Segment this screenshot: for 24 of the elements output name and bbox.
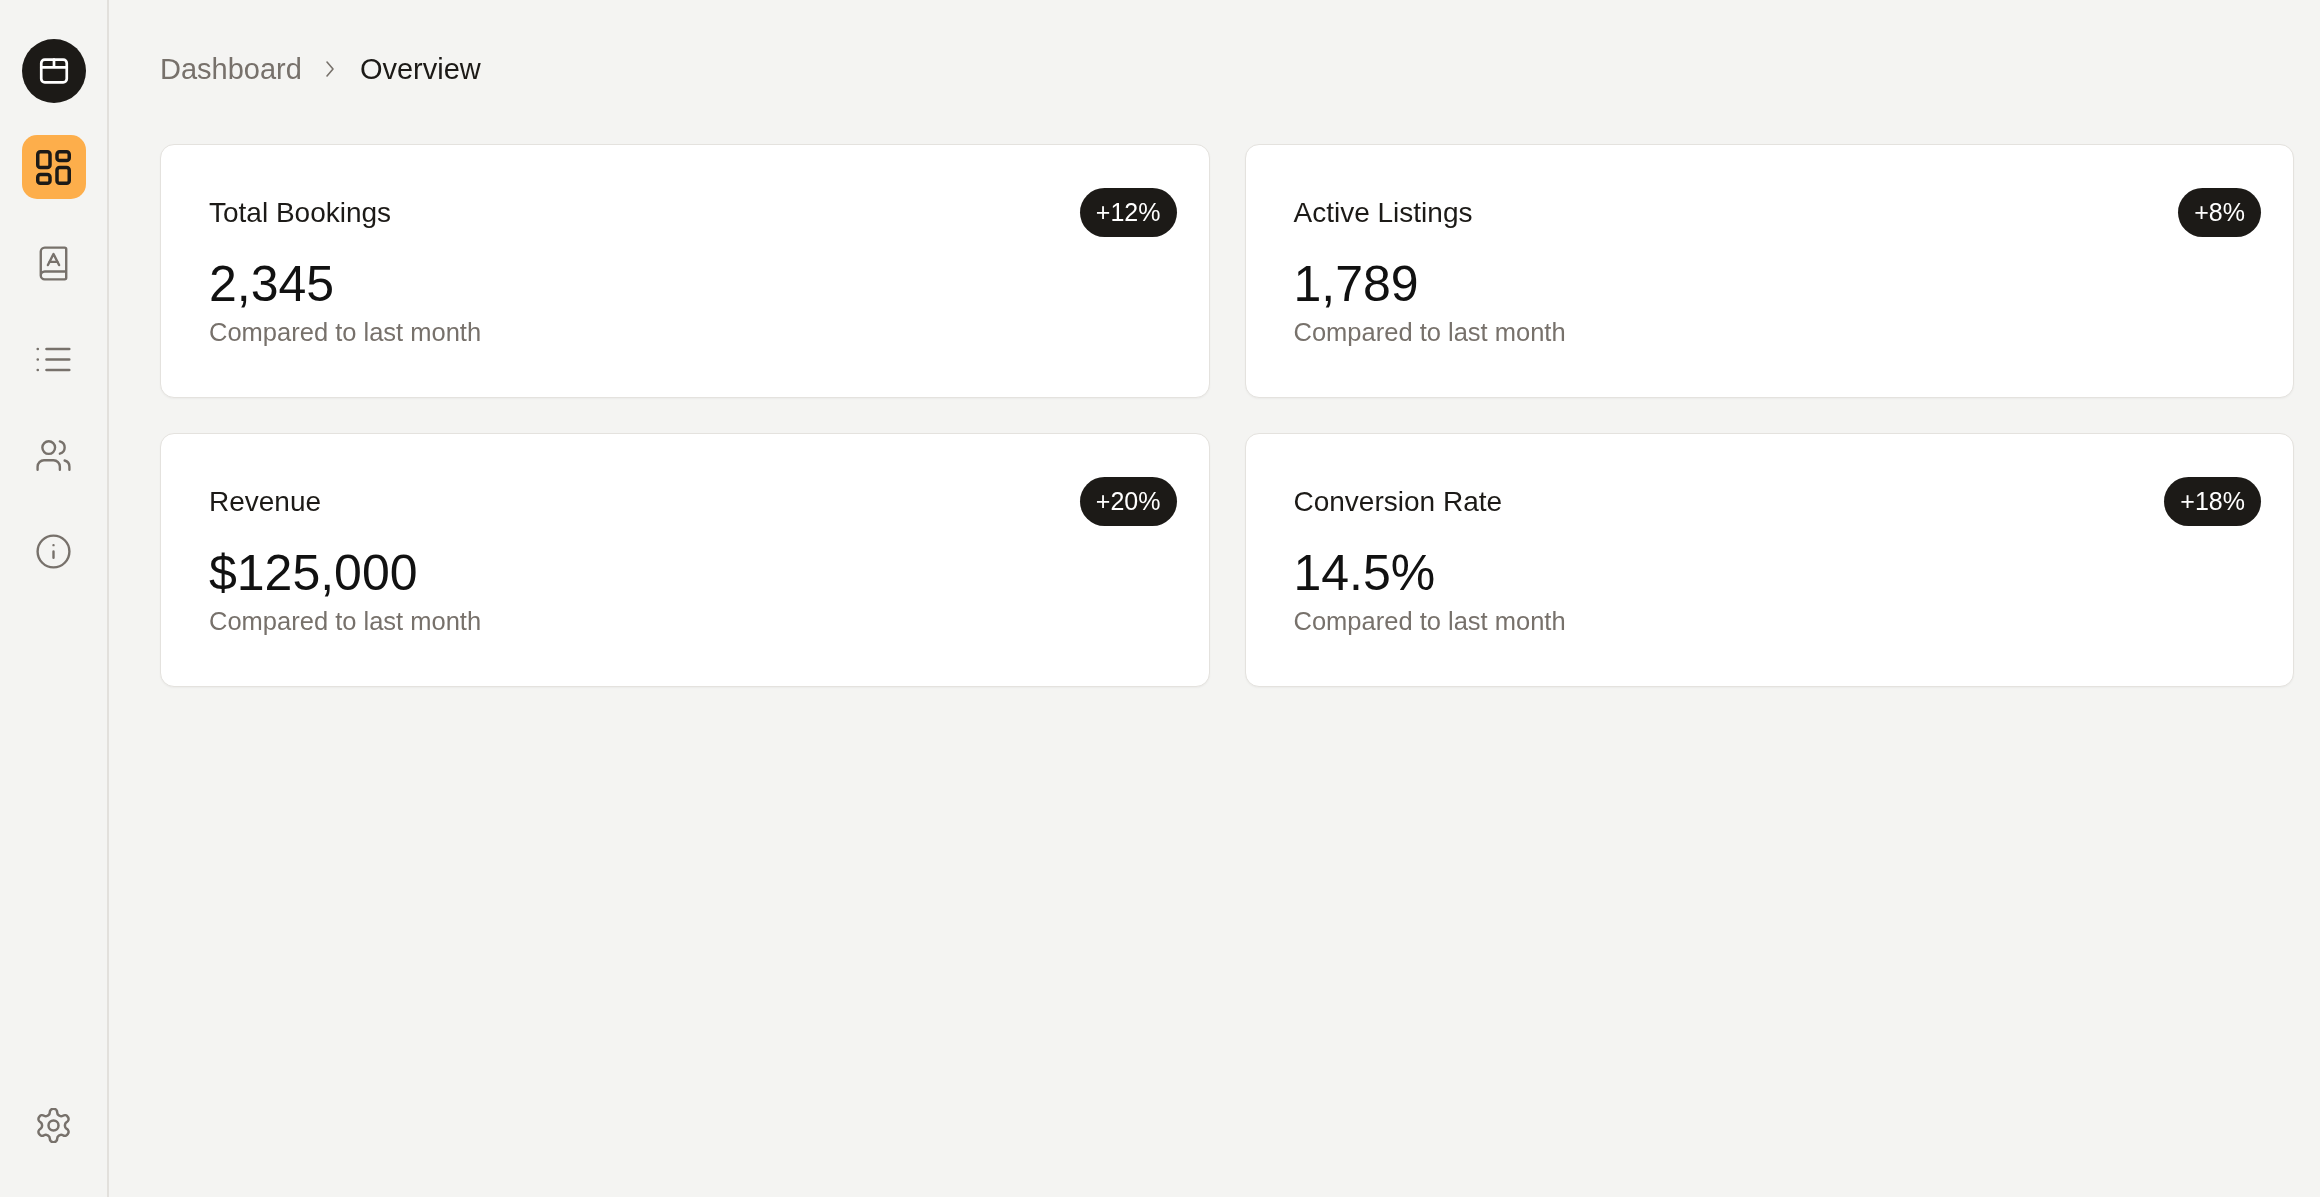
comparison-note: Compared to last month [1293, 317, 1567, 347]
card-title: Active Listings [1293, 196, 1473, 229]
grid-icon [36, 149, 71, 185]
settings-icon [36, 1107, 71, 1143]
change-badge: +12% [1079, 188, 1177, 237]
stat-value: 2,345 [209, 255, 336, 313]
comparison-note: Compared to last month [209, 317, 483, 347]
chevron-right-icon [324, 60, 335, 78]
breadcrumb-link[interactable]: Dashboard [160, 52, 302, 86]
stat-value: 14.5% [1293, 544, 1437, 602]
comparison-note: Compared to last month [209, 606, 483, 636]
card-title: Conversion Rate [1293, 485, 1503, 518]
nav-item[interactable] [21, 135, 86, 199]
info-icon [36, 533, 71, 569]
breadcrumb-current: Overview [359, 52, 481, 86]
stat-value: 1,789 [1293, 255, 1420, 313]
change-badge: +8% [2178, 188, 2261, 237]
stat-value: $125,000 [209, 544, 419, 602]
card-title: Total Bookings [209, 196, 392, 229]
card-title: Revenue [209, 485, 322, 518]
change-badge: +20% [1079, 477, 1177, 526]
change-badge: +18% [2164, 477, 2261, 526]
users-icon [36, 437, 71, 473]
comparison-note: Compared to last month [1293, 606, 1567, 636]
